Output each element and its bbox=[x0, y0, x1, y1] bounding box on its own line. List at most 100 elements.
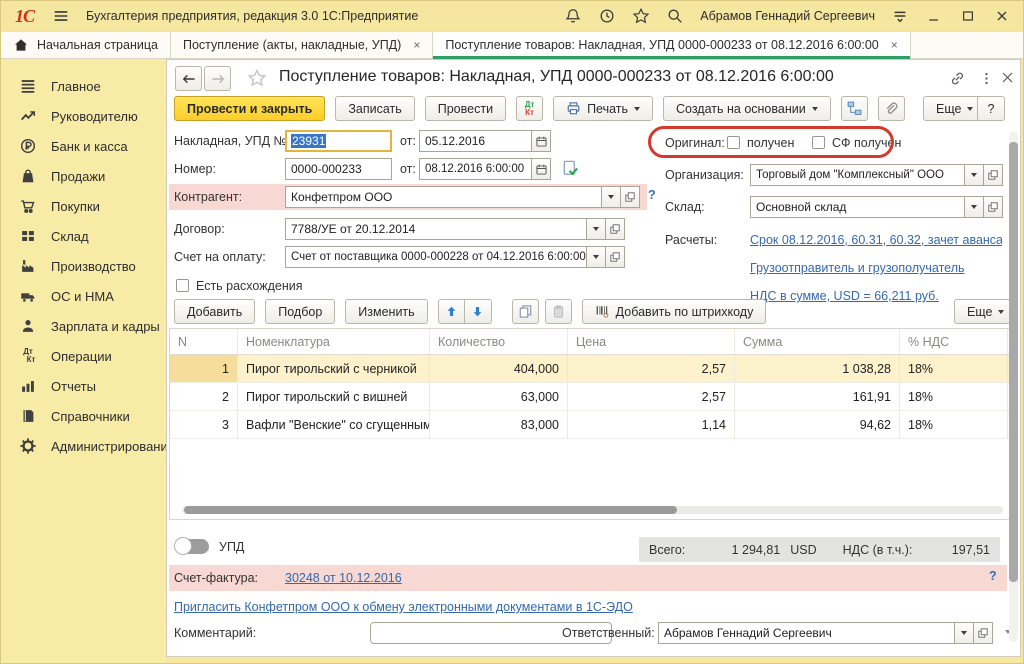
invoice-date-field[interactable]: 05.12.2016 bbox=[419, 130, 551, 152]
dropdown-icon[interactable] bbox=[965, 196, 984, 218]
sidebar-item-main[interactable]: Главное bbox=[1, 71, 166, 101]
col-nomenclature[interactable]: Номенклатура bbox=[238, 329, 430, 354]
contractor-field[interactable]: Конфетпром ООО bbox=[285, 186, 640, 208]
open-item-icon[interactable] bbox=[606, 246, 625, 268]
add-by-barcode-button[interactable]: Добавить по штрихкоду bbox=[582, 299, 767, 324]
responsible-field[interactable]: Абрамов Геннадий Сергеевич bbox=[658, 622, 993, 644]
sidebar-item-reports[interactable]: Отчеты bbox=[1, 371, 166, 401]
notifications-bell-icon[interactable] bbox=[562, 5, 584, 27]
open-item-icon[interactable] bbox=[984, 196, 1003, 218]
payment-invoice-field[interactable]: Счет от поставщика 0000-000228 от 04.12.… bbox=[285, 246, 625, 268]
doc-number-input[interactable]: 0000-000233 bbox=[285, 158, 392, 180]
history-icon[interactable] bbox=[596, 5, 618, 27]
dropdown-icon[interactable] bbox=[955, 622, 974, 644]
dropdown-icon[interactable] bbox=[587, 218, 606, 240]
paste-row-button[interactable] bbox=[545, 299, 572, 324]
sidebar-item-bank-cash[interactable]: Банк и касса bbox=[1, 131, 166, 161]
contract-field[interactable]: 7788/УЕ от 20.12.2014 bbox=[285, 218, 625, 240]
move-down-button[interactable] bbox=[465, 299, 492, 324]
dropdown-icon[interactable] bbox=[587, 246, 606, 268]
doc-date-field[interactable]: 08.12.2016 6:00:00 bbox=[419, 158, 551, 180]
sf-received-checkbox[interactable] bbox=[812, 136, 825, 149]
minimize-button[interactable] bbox=[923, 5, 945, 27]
tab-home[interactable]: Начальная страница bbox=[1, 32, 171, 58]
table-row[interactable]: 2 Пирог тирольский с вишней 63,000 2,57 … bbox=[170, 383, 1017, 411]
table-more-button[interactable]: Еще bbox=[954, 299, 1017, 324]
dt-kt-postings-button[interactable]: ДтКт bbox=[516, 96, 543, 121]
add-row-button[interactable]: Добавить bbox=[174, 299, 255, 324]
move-up-button[interactable] bbox=[438, 299, 465, 324]
favorite-star-icon[interactable] bbox=[247, 68, 267, 88]
related-documents-button[interactable] bbox=[841, 96, 868, 121]
sidebar-item-payroll-hr[interactable]: Зарплата и кадры bbox=[1, 311, 166, 341]
sidebar-item-directories[interactable]: Справочники bbox=[1, 401, 166, 431]
table-row[interactable]: 3 Вафли "Венские" со сгущенным ... 83,00… bbox=[170, 411, 1017, 439]
create-based-on-button[interactable]: Создать на основании bbox=[663, 96, 831, 121]
toggle-knob[interactable] bbox=[174, 537, 192, 555]
calendar-icon[interactable] bbox=[532, 158, 551, 180]
help-button[interactable]: ? bbox=[977, 96, 1005, 121]
vertical-scrollbar[interactable] bbox=[1009, 132, 1018, 642]
nav-back-button[interactable] bbox=[175, 66, 202, 91]
sidebar-item-purchases[interactable]: Покупки bbox=[1, 191, 166, 221]
warehouse-field[interactable]: Основной склад bbox=[750, 196, 1003, 218]
col-price[interactable]: Цена bbox=[568, 329, 735, 354]
vat-total-link[interactable]: НДС в сумме, USD = 66,211 руб. bbox=[750, 285, 939, 307]
close-form-icon[interactable] bbox=[1000, 70, 1015, 85]
post-button[interactable]: Провести bbox=[425, 96, 506, 121]
scrollbar-thumb[interactable] bbox=[1009, 142, 1018, 582]
current-user[interactable]: Абрамов Геннадий Сергеевич bbox=[700, 9, 875, 23]
sidebar-item-sales[interactable]: Продажи bbox=[1, 161, 166, 191]
open-item-icon[interactable] bbox=[621, 186, 640, 208]
discrepancies-checkbox[interactable] bbox=[176, 279, 189, 292]
tab-goods-receipt[interactable]: Поступление товаров: Накладная, УПД 0000… bbox=[433, 32, 910, 58]
original-received-checkbox[interactable] bbox=[727, 136, 740, 149]
sidebar-item-manager[interactable]: Руководителю bbox=[1, 101, 166, 131]
tab-receipts-list[interactable]: Поступление (акты, накладные, УПД) × bbox=[171, 32, 433, 58]
edit-row-button[interactable]: Изменить bbox=[345, 299, 427, 324]
table-row[interactable]: 1 Пирог тирольский с черникой 404,000 2,… bbox=[170, 355, 1017, 383]
tab-close-icon[interactable]: × bbox=[891, 38, 898, 52]
calendar-icon[interactable] bbox=[532, 130, 551, 152]
get-link-icon[interactable] bbox=[949, 70, 966, 87]
post-and-close-button[interactable]: Провести и закрыть bbox=[174, 96, 325, 121]
organization-field[interactable]: Торговый дом "Комплексный" ООО bbox=[750, 164, 1003, 186]
consignor-link[interactable]: Грузоотправитель и грузополучатель bbox=[750, 257, 965, 279]
attachments-button[interactable] bbox=[878, 96, 905, 121]
open-item-icon[interactable] bbox=[974, 622, 993, 644]
sidebar-item-warehouse[interactable]: Склад bbox=[1, 221, 166, 251]
invoice-number-input[interactable]: 23931 bbox=[285, 130, 392, 152]
tab-close-icon[interactable]: × bbox=[413, 38, 420, 52]
sidebar-item-administration[interactable]: Администрирование bbox=[1, 431, 166, 461]
scrollbar-thumb[interactable] bbox=[184, 506, 677, 514]
open-item-icon[interactable] bbox=[984, 164, 1003, 186]
main-menu-icon[interactable] bbox=[50, 5, 72, 27]
more-menu-dots-icon[interactable] bbox=[979, 70, 994, 87]
col-quantity[interactable]: Количество bbox=[430, 329, 568, 354]
print-button[interactable]: Печать bbox=[553, 96, 653, 121]
sidebar-item-operations[interactable]: ДтКт Операции bbox=[1, 341, 166, 371]
open-item-icon[interactable] bbox=[606, 218, 625, 240]
settlements-link[interactable]: Срок 08.12.2016, 60.31, 60.32, зачет ава… bbox=[750, 229, 1002, 251]
maximize-button[interactable] bbox=[957, 5, 979, 27]
col-sum[interactable]: Сумма bbox=[735, 329, 900, 354]
dropdown-icon[interactable] bbox=[602, 186, 621, 208]
sidebar-item-production[interactable]: Производство bbox=[1, 251, 166, 281]
sidebar-item-fixed-assets[interactable]: ОС и НМА bbox=[1, 281, 166, 311]
dropdown-icon[interactable] bbox=[965, 164, 984, 186]
edo-invite-link[interactable]: Пригласить Конфетпром ООО к обмену элект… bbox=[174, 596, 633, 618]
col-n[interactable]: N bbox=[170, 329, 238, 354]
nav-forward-button[interactable] bbox=[204, 66, 231, 91]
collapse-panels-icon[interactable] bbox=[889, 5, 911, 27]
favorites-star-icon[interactable] bbox=[630, 5, 652, 27]
contractor-help[interactable]: ? bbox=[648, 188, 656, 202]
upd-toggle[interactable] bbox=[175, 539, 209, 554]
col-vat-rate[interactable]: % НДС bbox=[900, 329, 1008, 354]
invoice-help[interactable]: ? bbox=[989, 569, 997, 583]
search-icon[interactable] bbox=[664, 5, 686, 27]
invoice-facture-link[interactable]: 30248 от 10.12.2016 bbox=[285, 567, 402, 589]
pick-button[interactable]: Подбор bbox=[265, 299, 335, 324]
horizontal-scrollbar[interactable] bbox=[182, 506, 1003, 514]
save-button[interactable]: Записать bbox=[335, 96, 414, 121]
close-window-button[interactable] bbox=[991, 5, 1013, 27]
